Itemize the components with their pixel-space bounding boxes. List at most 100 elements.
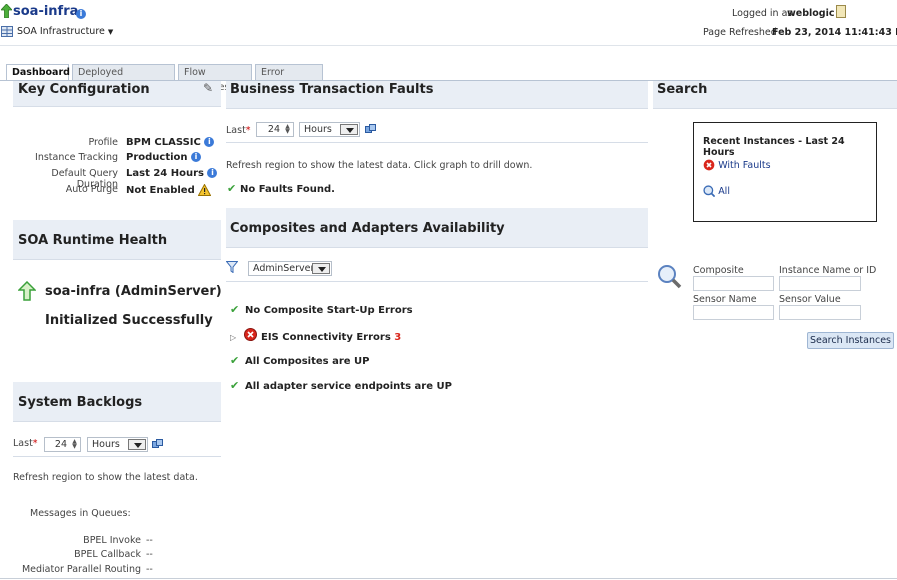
faults-search-icon <box>703 159 715 171</box>
availability-item-composites: All Composites are UP <box>245 356 370 367</box>
search-instances-button[interactable]: Search Instances <box>807 332 894 349</box>
faults-title: Business Transaction Faults <box>230 82 434 97</box>
instance-tracking-value: Production i <box>126 152 202 163</box>
query-duration-value-text: Last 24 Hours <box>126 168 204 179</box>
instance-tracking-label: Instance Tracking <box>35 152 118 163</box>
title-info-icon[interactable]: i <box>76 9 86 19</box>
faults-refresh-icon[interactable] <box>365 124 376 135</box>
auto-purge-value: Not Enabled <box>126 183 212 196</box>
runtime-health-header: SOA Runtime Health <box>13 220 221 260</box>
queue-bpel-callback-value: -- <box>146 549 153 560</box>
logged-in-label: Logged in as <box>732 8 793 19</box>
search-instances-label: Search Instances <box>809 335 891 346</box>
profile-value-text: BPM CLASSIC <box>126 137 201 148</box>
sensor-name-label: Sensor Name <box>693 294 757 305</box>
availability-item-adapters: All adapter service endpoints are UP <box>245 381 452 392</box>
faults-header: Business Transaction Faults <box>226 81 648 109</box>
key-config-title: Key Configuration <box>18 82 150 97</box>
search-header: Search <box>653 81 897 109</box>
backlogs-last-value: 24 <box>54 439 67 450</box>
sensor-name-field[interactable] <box>693 305 774 320</box>
runtime-health-title: SOA Runtime Health <box>18 233 168 248</box>
queue-bpel-callback-label: BPEL Callback <box>74 549 141 560</box>
availability-check-icon: ✔ <box>230 379 240 392</box>
refresh-icon[interactable] <box>152 439 163 450</box>
availability-item-eis[interactable]: EIS Connectivity Errors 3 <box>261 332 401 343</box>
profile-info-icon[interactable]: i <box>204 137 215 147</box>
target-menu[interactable]: SOA Infrastructure ▼ <box>17 26 113 37</box>
queue-bpel-invoke-label: BPEL Invoke <box>83 535 141 546</box>
instance-tracking-value-text: Production <box>126 152 188 163</box>
eis-error-count[interactable]: 3 <box>394 332 401 343</box>
system-backlogs-title: System Backlogs <box>18 395 143 410</box>
faults-last-value: 24 <box>267 124 280 135</box>
clipboard-icon[interactable] <box>836 5 846 18</box>
faults-spinner-arrows-icon[interactable]: ▲ ▼ <box>283 124 292 135</box>
queues-label: Messages in Queues: <box>30 508 131 519</box>
faults-required-mark: * <box>245 125 251 136</box>
tab-flow-instances[interactable]: Flow Instances <box>178 64 252 93</box>
instance-tracking-info-icon[interactable]: i <box>191 152 202 162</box>
server-select[interactable]: AdminServer <box>248 261 332 276</box>
error-icon <box>244 328 257 341</box>
server-up-icon <box>18 281 36 301</box>
target-menu-label: SOA Infrastructure <box>17 26 105 37</box>
search-title: Search <box>657 82 708 97</box>
backlogs-last-label: Last* <box>13 438 38 449</box>
runtime-status: Initialized Successfully <box>45 313 213 328</box>
all-search-icon <box>703 185 715 197</box>
queue-bpel-invoke-value: -- <box>146 535 153 546</box>
profile-label: Profile <box>88 137 118 148</box>
faults-dropdown-arrow-icon[interactable] <box>340 124 358 135</box>
tab-error-hospital[interactable]: Error Hospital <box>255 64 323 93</box>
server-dropdown-arrow-icon[interactable] <box>312 263 330 274</box>
query-duration-info-icon[interactable]: i <box>207 168 218 178</box>
auto-purge-label: Auto Purge <box>65 184 118 195</box>
all-instances-label: All <box>718 186 730 197</box>
availability-item-eis-text: EIS Connectivity Errors <box>261 332 391 343</box>
queue-mediator-label: Mediator Parallel Routing <box>21 564 141 575</box>
availability-check-icon: ✔ <box>230 354 240 367</box>
query-duration-value: Last 24 Hours i <box>126 168 218 179</box>
backlogs-refresh-note: Refresh region to show the latest data. <box>13 472 198 483</box>
availability-check-icon: ✔ <box>230 303 240 316</box>
faults-last-label: Last* <box>226 125 251 136</box>
all-instances-link[interactable]: All <box>703 185 730 197</box>
up-arrow-icon <box>1 4 12 18</box>
instance-field[interactable] <box>779 276 861 291</box>
user-name[interactable]: weblogic <box>787 8 835 19</box>
faults-check-icon: ✔ <box>227 182 237 195</box>
tab-dashboard[interactable]: Dashboard <box>6 64 70 81</box>
auto-purge-value-text: Not Enabled <box>126 185 195 196</box>
spinner-arrows-icon[interactable]: ▲ ▼ <box>70 439 79 450</box>
server-select-value: AdminServer <box>253 263 315 274</box>
faults-unit-select[interactable]: Hours <box>299 122 360 137</box>
runtime-server-name[interactable]: soa-infra (AdminServer) <box>45 284 222 299</box>
dropdown-arrow-icon[interactable] <box>128 439 146 450</box>
faults-unit-value: Hours <box>304 124 332 135</box>
backlogs-unit-value: Hours <box>92 439 120 450</box>
recent-instances-box: Recent Instances - Last 24 Hours With Fa… <box>693 122 877 222</box>
target-menu-icon <box>1 26 13 37</box>
backlogs-last-text: Last <box>13 438 33 449</box>
faults-refresh-note: Refresh region to show the latest data. … <box>226 160 533 171</box>
composite-field[interactable] <box>693 276 774 291</box>
magnifier-icon <box>658 265 682 289</box>
faults-last-spinner[interactable]: 24 ▲ ▼ <box>256 122 294 137</box>
app-header: soa-infra i SOA Infrastructure ▼ Logged … <box>0 0 897 46</box>
profile-value: BPM CLASSIC i <box>126 137 215 148</box>
tab-deployed-composites[interactable]: Deployed Composites <box>72 64 175 93</box>
backlogs-last-spinner[interactable]: 24 ▲ ▼ <box>44 437 81 452</box>
availability-title: Composites and Adapters Availability <box>230 221 505 236</box>
expand-triangle-icon[interactable]: ▷ <box>230 333 236 342</box>
pencil-icon[interactable]: ✎ <box>203 81 213 95</box>
sensor-value-field[interactable] <box>779 305 861 320</box>
key-config-header: Key Configuration ✎ <box>13 81 221 107</box>
availability-item-startup: No Composite Start-Up Errors <box>245 305 413 316</box>
with-faults-link[interactable]: With Faults <box>703 159 771 171</box>
recent-instances-title: Recent Instances - Last 24 Hours <box>703 136 845 158</box>
filter-icon[interactable] <box>226 261 238 273</box>
warning-icon[interactable] <box>197 183 212 196</box>
queue-mediator-value: -- <box>146 564 153 575</box>
backlogs-unit-select[interactable]: Hours <box>87 437 148 452</box>
